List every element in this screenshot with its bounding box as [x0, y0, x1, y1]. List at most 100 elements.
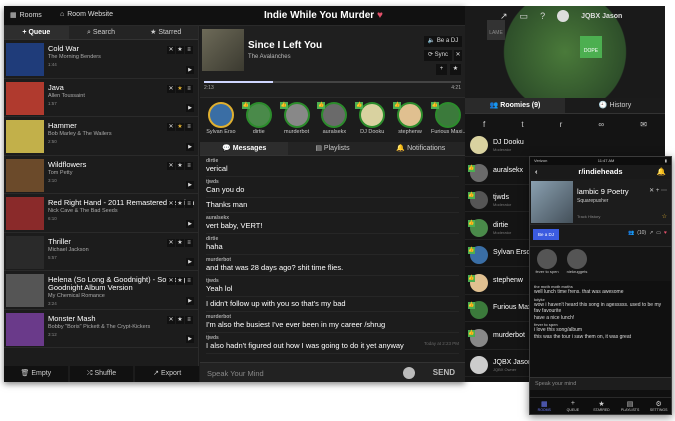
star-icon[interactable]: ★	[450, 64, 461, 75]
monitor-icon[interactable]: ▭	[656, 230, 661, 236]
play-icon[interactable]: ▶	[186, 219, 194, 228]
phone-chat-input[interactable]: Speak your mind	[530, 377, 671, 390]
star-icon[interactable]: ☆	[662, 213, 667, 220]
close-icon[interactable]: ✕	[167, 161, 175, 170]
link-icon[interactable]: ∞	[598, 120, 604, 129]
track-history-link[interactable]: Track History	[577, 214, 600, 219]
tab-notifications[interactable]: 🔔 Notifications	[377, 142, 465, 155]
star-icon[interactable]: ★	[176, 238, 184, 247]
star-icon[interactable]: ★	[176, 46, 184, 54]
progress-bar[interactable]	[204, 81, 461, 83]
play-icon[interactable]: ▶	[186, 142, 194, 151]
close-icon[interactable]: ✕	[167, 46, 175, 54]
be-a-dj-button[interactable]: 🔈 Be a DJ	[424, 36, 462, 47]
queue-item[interactable]: Wildflowers Tom Petty 3:10 ✕ ★ ≡ ▶	[4, 156, 198, 194]
rooms-button[interactable]: ▦ Rooms	[10, 11, 42, 20]
users-icon[interactable]: 👥	[628, 230, 634, 236]
phone-roomie[interactable]: fever to spen	[535, 247, 559, 281]
roomie-list-item[interactable]: DJ Dooku Moderator	[465, 134, 665, 157]
tab-starred[interactable]: ★ Starred	[133, 26, 198, 39]
add-icon[interactable]: +	[656, 188, 660, 194]
queue-item[interactable]: Red Right Hand - 2011 Remastered Version…	[4, 194, 198, 233]
close-icon[interactable]: ✕	[167, 238, 175, 247]
share-icon[interactable]: ↗	[500, 11, 508, 22]
close-icon[interactable]: ✕	[167, 200, 175, 208]
roomie-avatar[interactable]: 👍 Furious Maxi...	[430, 102, 465, 144]
more-icon[interactable]: ≡	[185, 84, 193, 93]
phone-nav-starred[interactable]: STARRED	[587, 398, 616, 414]
empty-button[interactable]: 🗑 Empty	[4, 366, 68, 382]
monitor-icon[interactable]: ▭	[520, 11, 529, 22]
roomie-avatar[interactable]: 👍 stephenw	[393, 102, 427, 144]
phone-nav-playlists[interactable]: PLAYLISTS	[616, 398, 645, 414]
star-icon[interactable]: ★	[176, 200, 184, 208]
roomie-avatar[interactable]: 👍 DJ Dooku	[355, 102, 389, 144]
star-icon[interactable]: ★	[176, 277, 184, 285]
twitter-icon[interactable]: t	[521, 120, 523, 129]
more-icon[interactable]: ≡	[185, 277, 193, 285]
more-icon[interactable]: ≡	[185, 46, 193, 54]
phone-roomie[interactable]: niekruggets	[565, 247, 589, 281]
send-button[interactable]: SEND	[433, 368, 455, 377]
more-icon[interactable]: ≡	[185, 315, 193, 324]
dope-button[interactable]: DOPE	[580, 36, 602, 58]
tab-messages[interactable]: 💬 Messages	[200, 142, 289, 155]
phone-nav-rooms[interactable]: ROOMS	[530, 398, 559, 414]
queue-item[interactable]: Cold War The Morning Benders 1:44 ✕ ★ ≡ ▶	[4, 40, 198, 79]
play-icon[interactable]: ▶	[186, 335, 194, 343]
roomie-avatar[interactable]: Sylvan Erso	[204, 102, 238, 144]
email-icon[interactable]: ✉	[640, 120, 647, 129]
close-icon[interactable]: ✕	[649, 188, 654, 194]
more-icon[interactable]: ≡	[185, 238, 193, 247]
shuffle-button[interactable]: ⤮ Shuffle	[69, 366, 134, 382]
queue-item[interactable]: Monster Mash Bobby "Boris" Pickett & The…	[4, 310, 198, 348]
star-icon[interactable]: ★	[176, 315, 184, 324]
close-icon[interactable]: ✕	[454, 50, 462, 61]
share-icon[interactable]: ↗	[649, 230, 653, 236]
more-icon[interactable]: ⋯	[661, 188, 667, 194]
roomie-avatar[interactable]: 👍 murderbot	[279, 102, 314, 144]
help-icon[interactable]: ?	[540, 11, 545, 21]
emoji-icon[interactable]	[403, 367, 415, 379]
facebook-icon[interactable]: f	[483, 120, 485, 129]
tab-playlists[interactable]: ▤ Playlists	[288, 142, 376, 155]
roomie-avatar[interactable]: 👍 auralsekx	[317, 102, 351, 144]
lame-button[interactable]: LAME	[487, 20, 505, 40]
more-icon[interactable]: ≡	[185, 123, 193, 131]
close-icon[interactable]: ✕	[167, 315, 175, 324]
star-icon[interactable]: ★	[176, 84, 184, 93]
play-icon[interactable]: ▶	[186, 104, 194, 112]
tab-history[interactable]: 🕘 History	[565, 98, 665, 113]
tab-roomies[interactable]: 👥 Roomies (9)	[465, 98, 565, 113]
add-icon[interactable]: +	[436, 64, 447, 75]
queue-item[interactable]: Thriller Michael Jackson 5:57 ✕ ★ ≡ ▶	[4, 233, 198, 271]
tab-queue[interactable]: + Queue	[4, 26, 69, 39]
room-website-button[interactable]: ⌂ Room Website	[60, 11, 113, 18]
star-icon[interactable]: ★	[176, 123, 184, 131]
close-icon[interactable]: ✕	[167, 84, 175, 93]
avatar[interactable]	[557, 10, 570, 22]
phone-be-a-dj-button[interactable]: Be a DJ	[533, 229, 559, 240]
sync-button[interactable]: ⟳ Sync	[424, 50, 452, 61]
back-icon[interactable]: ‹	[535, 165, 538, 179]
reddit-icon[interactable]: r	[560, 120, 563, 129]
star-icon[interactable]: ★	[176, 161, 184, 170]
phone-nav-settings[interactable]: SETTINGS	[644, 398, 671, 414]
play-icon[interactable]: ▶	[186, 181, 194, 189]
user-name[interactable]: JQBX Jason	[581, 13, 622, 20]
play-icon[interactable]: ▶	[186, 258, 194, 266]
queue-item[interactable]: Helena (So Long & Goodnight) - So Long &…	[4, 271, 198, 310]
more-icon[interactable]: ≡	[185, 200, 193, 208]
chat-input[interactable]: Speak Your Mind	[207, 369, 264, 378]
roomie-avatar[interactable]: 👍 dirtie	[241, 102, 276, 144]
heart-icon[interactable]: ♥	[664, 230, 667, 236]
phone-nav-queue[interactable]: QUEUE	[559, 398, 588, 414]
play-icon[interactable]: ▶	[186, 65, 194, 74]
tab-search[interactable]: ⌕ Search	[69, 26, 134, 39]
queue-item[interactable]: Java Allen Toussaint 1:57 ✕ ★ ≡ ▶	[4, 79, 198, 117]
more-icon[interactable]: ≡	[185, 161, 193, 170]
export-button[interactable]: ↗ Export	[135, 366, 200, 382]
heart-icon[interactable]: ♥	[377, 10, 383, 21]
close-icon[interactable]: ✕	[167, 123, 175, 131]
queue-item[interactable]: Hammer Bob Marley & The Wailers 2:50 ✕ ★ ≡…	[4, 117, 198, 156]
